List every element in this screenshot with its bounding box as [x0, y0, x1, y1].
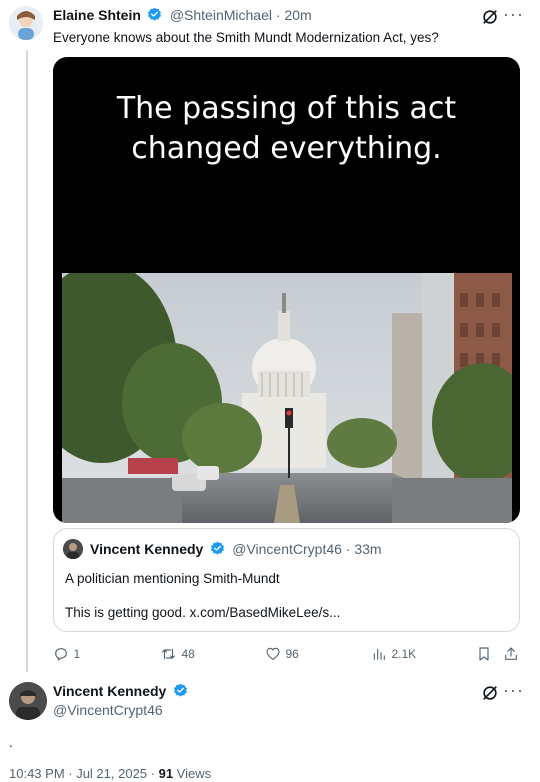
media-caption-line2: changed everything. [131, 131, 442, 166]
author-name[interactable]: Elaine Shtein [53, 7, 141, 23]
capitol-street-image [62, 273, 512, 523]
like-count: 96 [285, 647, 299, 661]
quote-avatar [63, 539, 83, 559]
more-options-icon[interactable]: ··· [503, 4, 524, 25]
repost-button[interactable]: 48 [160, 645, 195, 663]
quote-text-line2: This is getting good. x.com/BasedMikeLee… [65, 605, 341, 620]
reply-icon [55, 647, 67, 661]
tweet-text: Everyone knows about the Smith Mundt Mod… [53, 30, 439, 45]
repost-count: 48 [181, 647, 195, 661]
reply-timestamp-views: 10:43 PM · Jul 21, 2025 · 91 Views [9, 766, 211, 781]
heart-icon [266, 647, 280, 660]
reply-count: 1 [73, 647, 81, 661]
tweet-media-video[interactable]: The passing of this act changed everythi… [53, 57, 520, 523]
avatar-cartoon-icon [9, 6, 43, 40]
repost-icon [161, 648, 176, 659]
avatar-photo-icon [63, 539, 83, 559]
quote-author-name: Vincent Kennedy [90, 541, 204, 557]
views-button[interactable]: 2.1K [371, 645, 416, 663]
verified-badge-icon [173, 683, 187, 697]
reply-button[interactable]: 1 [53, 645, 80, 663]
grok-icon[interactable] [481, 684, 499, 702]
share-icon[interactable] [503, 646, 519, 662]
quote-header: Vincent Kennedy @VincentCrypt46 · 33m [90, 541, 382, 559]
reply-views-label: Views [173, 766, 212, 781]
reply-text: . [9, 735, 13, 750]
bookmark-icon[interactable] [476, 646, 492, 662]
reply-avatar[interactable] [9, 682, 47, 720]
thread-connector-line [26, 50, 28, 672]
verified-badge-icon [148, 7, 162, 21]
views-chart-icon [373, 648, 385, 660]
avatar-photo-icon [9, 682, 47, 720]
like-button[interactable]: 96 [265, 645, 299, 663]
reply-author-name[interactable]: Vincent Kennedy [53, 683, 166, 699]
tweet-header: Elaine Shtein @ShteinMichael · 20m [53, 7, 312, 27]
grok-icon[interactable] [481, 8, 499, 26]
quoted-tweet[interactable]: Vincent Kennedy @VincentCrypt46 · 33m A … [53, 528, 520, 632]
more-options-icon[interactable]: ··· [503, 680, 524, 701]
reply-views-count: 91 [158, 766, 174, 781]
quote-text-line1: A politician mentioning Smith-Mundt [65, 571, 280, 586]
media-caption-line1: The passing of this act [116, 91, 457, 126]
views-count: 2.1K [391, 647, 417, 661]
reply-timestamp[interactable]: 10:43 PM · Jul 21, 2025 · [9, 766, 159, 781]
media-caption: The passing of this act changed everythi… [53, 89, 520, 169]
avatar[interactable] [9, 6, 43, 40]
reply-handle[interactable]: @VincentCrypt46 [53, 702, 163, 718]
author-handle-time[interactable]: @ShteinMichael · 20m [170, 7, 312, 23]
quote-handle-time: @VincentCrypt46 · 33m [232, 541, 382, 557]
reply-header: Vincent Kennedy [53, 683, 191, 701]
verified-badge-icon [210, 541, 224, 555]
